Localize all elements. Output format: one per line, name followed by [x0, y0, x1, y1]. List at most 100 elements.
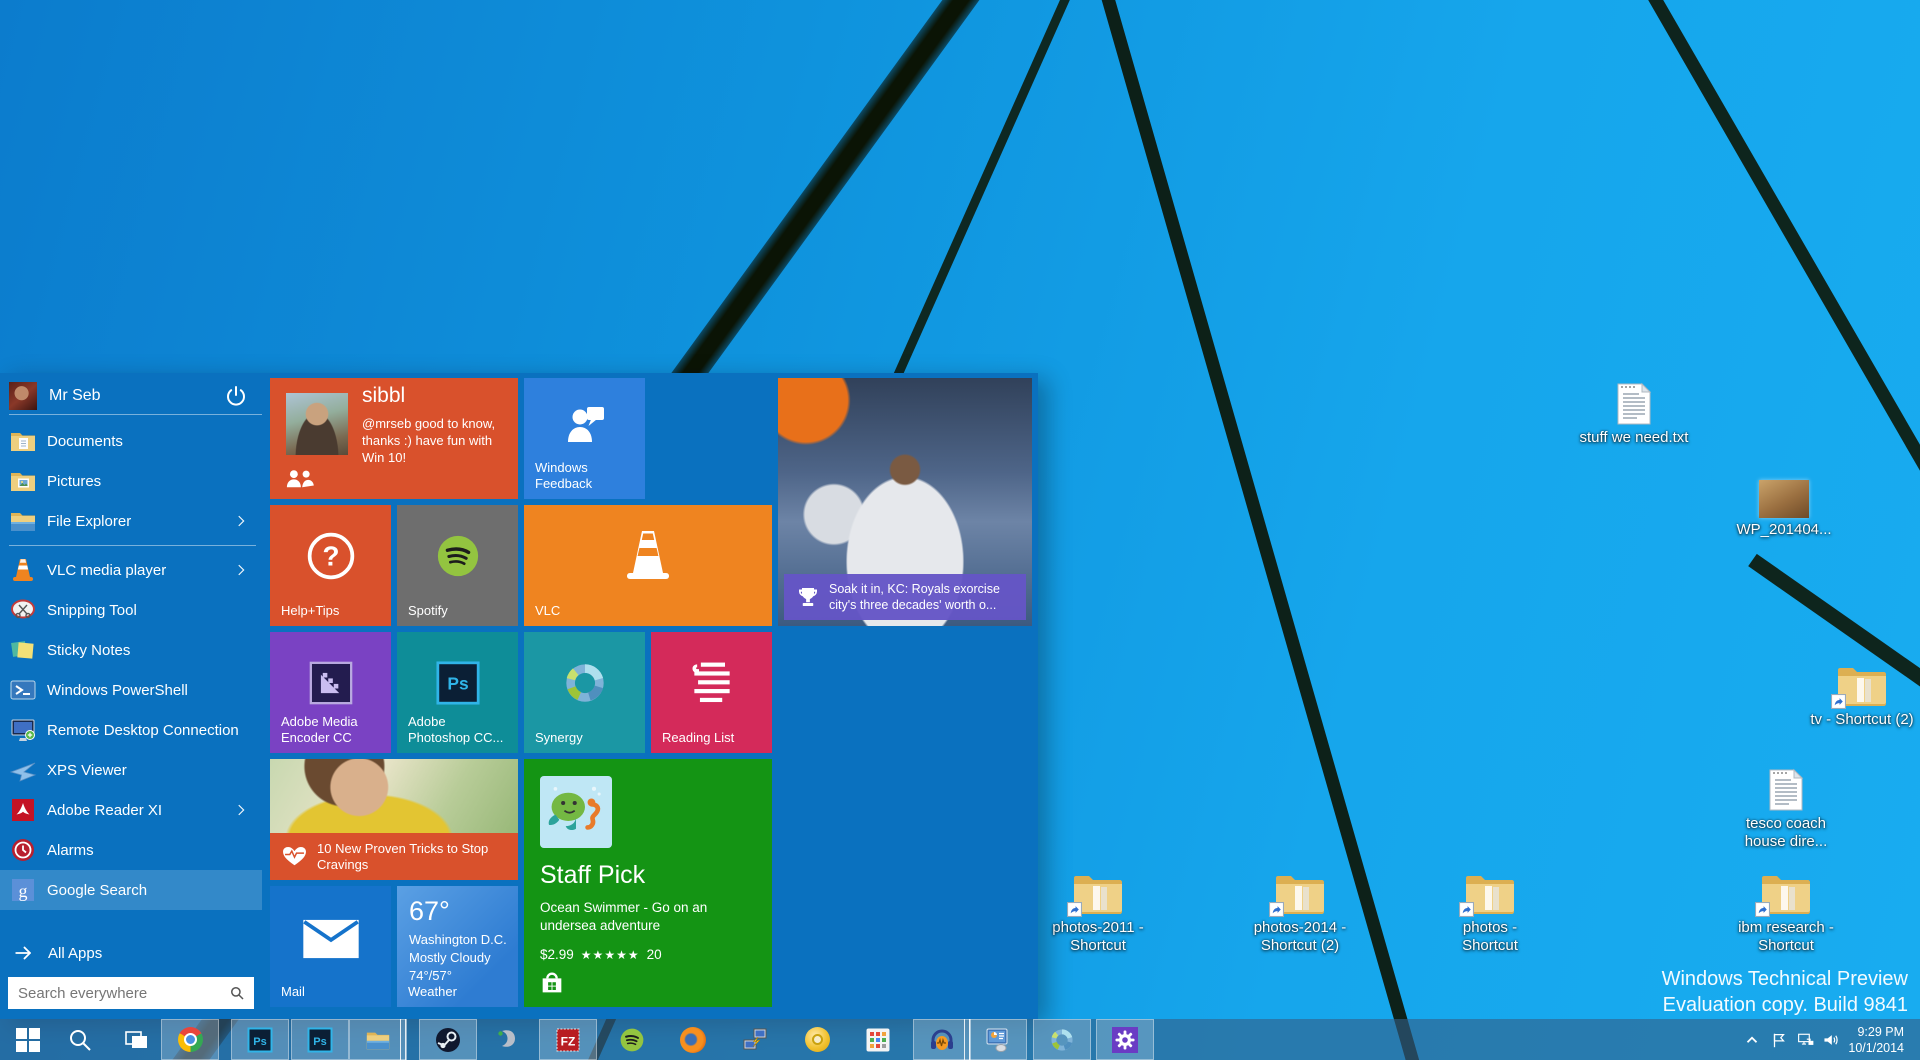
taskbar-button-steam[interactable]	[419, 1019, 477, 1060]
spotify-icon	[619, 1027, 645, 1053]
tile-label: Adobe Photoshop CC...	[408, 714, 508, 746]
desktop-icon-photos-shortcut[interactable]: photos - Shortcut	[1435, 866, 1545, 955]
sidebar-item-snipping-tool[interactable]: Snipping Tool	[0, 590, 262, 630]
spotify-icon	[435, 533, 481, 579]
tile-spotify[interactable]: Spotify	[397, 505, 518, 626]
feedback-icon	[561, 400, 609, 448]
tile-weather[interactable]: 67° Washington D.C. Mostly Cloudy 74°/57…	[397, 886, 518, 1007]
desktop-icon-photos-2011-shortcut[interactable]: photos-2011 - Shortcut	[1043, 866, 1153, 955]
text-file-icon	[1579, 376, 1689, 426]
avatar[interactable]	[9, 382, 37, 410]
temperature: 67°	[409, 896, 450, 927]
desktop-icon-stuff-we-need-txt[interactable]: stuff we need.txt	[1579, 376, 1689, 447]
condition: Mostly Cloudy	[409, 950, 491, 965]
clock-date: 10/1/2014	[1836, 1040, 1904, 1056]
tile-synergy[interactable]: Synergy	[524, 632, 645, 753]
start-menu: Mr Seb Documents PicturesFile Explorer VLC…	[0, 373, 1038, 1019]
taskbar-button-photoshop-1[interactable]: Ps	[231, 1019, 289, 1060]
power-button[interactable]	[224, 384, 248, 408]
putty-icon	[742, 1027, 768, 1053]
news-caption-bar: Soak it in, KC: Royals exorcise city's t…	[784, 574, 1026, 620]
windows-logo-icon	[15, 1027, 41, 1053]
taskbar-button-firefox[interactable]	[664, 1019, 722, 1060]
sidebar-item-documents[interactable]: Documents	[0, 421, 262, 461]
city: Washington D.C.	[409, 932, 507, 947]
tray-action-center-icon[interactable]	[1767, 1019, 1791, 1060]
taskbar-button-audacity[interactable]	[913, 1019, 971, 1060]
desktop-icon-wp-201404[interactable]: WP_201404...	[1729, 468, 1839, 539]
sidebar-item-remote-desktop-connection[interactable]: Remote Desktop Connection	[0, 710, 262, 750]
sidebar-item-google-search[interactable]: gGoogle Search	[0, 870, 262, 910]
taskbar-button-spotify[interactable]	[603, 1019, 661, 1060]
taskbar-button-system-utility[interactable]	[969, 1019, 1027, 1060]
tray-hidden-icons-icon[interactable]	[1740, 1019, 1764, 1060]
tile-windows-feedback[interactable]: Windows Feedback	[524, 378, 645, 499]
sidebar-item-file-explorer[interactable]: File Explorer	[0, 501, 262, 541]
tweet-author-name: sibbl	[362, 384, 405, 408]
all-apps-button[interactable]: All Apps	[0, 933, 262, 973]
sidebar-item-sticky-notes[interactable]: Sticky Notes	[0, 630, 262, 670]
menu-separator	[9, 414, 262, 415]
arrow-right-icon	[13, 942, 35, 964]
filezilla-icon: FZ	[555, 1027, 581, 1053]
people-icon	[285, 468, 315, 489]
desktop-icon-label: ibm research - Shortcut	[1731, 919, 1841, 955]
clock[interactable]: 9:29 PM 10/1/2014	[1836, 1024, 1904, 1056]
taskbar-button-filezilla[interactable]: FZ	[539, 1019, 597, 1060]
settings-gear-icon	[1112, 1027, 1138, 1053]
sidebar-item-adobe-reader-xi[interactable]: Adobe Reader XI	[0, 790, 262, 830]
taskbar-button-task-view[interactable]	[108, 1019, 166, 1060]
start-menu-left-column: Mr Seb Documents PicturesFile Explorer VLC…	[0, 373, 262, 1019]
tile-mail[interactable]: Mail	[270, 886, 391, 1007]
photoshop-icon: Ps	[307, 1027, 333, 1053]
tray-network-icon[interactable]	[1794, 1019, 1818, 1060]
sidebar-item-alarms[interactable]: Alarms	[0, 830, 262, 870]
shortcut-arrow-icon	[1067, 902, 1082, 917]
tile-sports-news[interactable]: Soak it in, KC: Royals exorcise city's t…	[778, 378, 1032, 626]
taskbar-button-apps-grid[interactable]	[849, 1019, 907, 1060]
rating-count: 20	[647, 947, 662, 962]
tile-adobe-media-encoder[interactable]: Adobe Media Encoder CC	[270, 632, 391, 753]
sidebar-item-label: Documents	[47, 433, 262, 450]
desktop-icon-ibm-research-shortcut[interactable]: ibm research - Shortcut	[1731, 866, 1841, 955]
taskbar-button-teamspeak[interactable]	[479, 1019, 537, 1060]
desktop-icon-tv-shortcut-2[interactable]: tv - Shortcut (2)	[1807, 658, 1917, 729]
tile-vlc[interactable]: VLC	[524, 505, 772, 626]
folder-shortcut-icon	[1043, 866, 1153, 916]
tile-label: Spotify	[408, 603, 448, 619]
taskbar-button-settings[interactable]	[1096, 1019, 1154, 1060]
search-icon	[228, 984, 246, 1002]
taskbar-button-synergy[interactable]	[1033, 1019, 1091, 1060]
taskbar-button-search[interactable]	[51, 1019, 109, 1060]
taskbar-button-chrome-canary[interactable]	[788, 1019, 846, 1060]
steam-icon	[435, 1027, 461, 1053]
taskbar-button-chrome[interactable]	[161, 1019, 219, 1060]
tile-tweet[interactable]: sibbl @mrseb good to know, thanks :) hav…	[270, 378, 518, 499]
tweet-text: @mrseb good to know, thanks :) have fun …	[362, 415, 510, 466]
tile-store[interactable]: Staff Pick Ocean Swimmer - Go on an unde…	[524, 759, 772, 1007]
sidebar-item-vlc-media-player[interactable]: VLC media player	[0, 550, 262, 590]
desktop-icon-photos-2014-shortcut-2[interactable]: photos-2014 - Shortcut (2)	[1245, 866, 1355, 955]
user-row[interactable]: Mr Seb	[0, 377, 262, 415]
desktop-icon-tesco-coach-house-dire[interactable]: tesco coach house dire...	[1731, 762, 1841, 851]
powershell-icon	[9, 676, 37, 704]
tile-label: Windows Feedback	[535, 460, 635, 492]
taskbar-button-start[interactable]	[0, 1019, 57, 1060]
tile-adobe-photoshop[interactable]: Ps Adobe Photoshop CC...	[397, 632, 518, 753]
tile-reading-list[interactable]: Reading List	[651, 632, 772, 753]
sidebar-item-windows-powershell[interactable]: Windows PowerShell	[0, 670, 262, 710]
taskbar-button-file-explorer[interactable]	[349, 1019, 407, 1060]
alarms-icon	[9, 836, 37, 864]
desktop-icon-label: tv - Shortcut (2)	[1807, 711, 1917, 729]
tile-label: Reading List	[662, 730, 734, 746]
tile-help-tips[interactable]: ? Help+Tips	[270, 505, 391, 626]
search-input[interactable]	[8, 977, 254, 1009]
separator-line	[9, 545, 256, 546]
sidebar-item-pictures[interactable]: Pictures	[0, 461, 262, 501]
taskbar: Ps Ps FZ 9:29 PM 10/1/2014	[0, 1019, 1920, 1060]
folder-shortcut-icon	[1435, 866, 1545, 916]
taskbar-button-putty[interactable]	[726, 1019, 784, 1060]
tile-health-news[interactable]: 10 New Proven Tricks to Stop Cravings	[270, 759, 518, 880]
sidebar-item-xps-viewer[interactable]: XPS Viewer	[0, 750, 262, 790]
taskbar-button-photoshop-2[interactable]: Ps	[291, 1019, 349, 1060]
